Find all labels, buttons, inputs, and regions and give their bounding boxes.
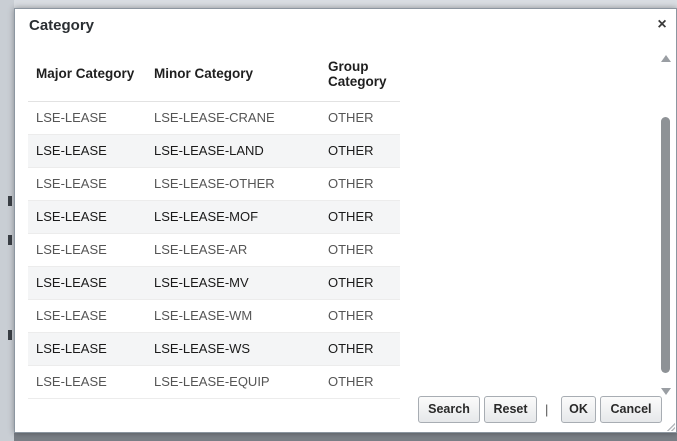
cell-minor-category: LSE-LEASE-EQUIP	[146, 365, 320, 399]
cell-major-category: LSE-LEASE	[28, 299, 146, 333]
table-row[interactable]: LSE-LEASE LSE-LEASE-WS OTHER	[28, 332, 400, 366]
cell-group-category: OTHER	[320, 365, 400, 399]
table-row[interactable]: LSE-LEASE LSE-LEASE-AR OTHER	[28, 233, 400, 267]
cell-minor-category: LSE-LEASE-AR	[146, 233, 320, 267]
cell-major-category: LSE-LEASE	[28, 134, 146, 168]
table-row[interactable]: LSE-LEASE LSE-LEASE-CRANE OTHER	[28, 101, 400, 135]
reset-button[interactable]: Reset	[484, 396, 537, 423]
dialog-header: Category ×	[15, 9, 676, 43]
dialog-footer: Search Reset | OK Cancel	[415, 396, 673, 424]
cell-major-category: LSE-LEASE	[28, 266, 146, 300]
cell-major-category: LSE-LEASE	[28, 332, 146, 366]
cell-minor-category: LSE-LEASE-WS	[146, 332, 320, 366]
background-left-strip	[0, 0, 14, 441]
table-header-row: Major Category Minor Category Group Cate…	[28, 47, 400, 102]
table-row[interactable]: LSE-LEASE LSE-LEASE-MOF OTHER	[28, 200, 400, 234]
cell-minor-category: LSE-LEASE-LAND	[146, 134, 320, 168]
scroll-down-arrow-icon[interactable]	[661, 388, 671, 395]
column-header-group-category[interactable]: Group Category	[320, 47, 400, 102]
category-table-container: Major Category Minor Category Group Cate…	[28, 47, 400, 399]
scroll-up-arrow-icon[interactable]	[661, 55, 671, 62]
vertical-scrollbar[interactable]	[658, 55, 674, 395]
background-marker	[8, 196, 12, 206]
cell-group-category: OTHER	[320, 200, 400, 234]
cell-major-category: LSE-LEASE	[28, 365, 146, 399]
table-row[interactable]: LSE-LEASE LSE-LEASE-LAND OTHER	[28, 134, 400, 168]
background-marker	[8, 235, 12, 245]
resize-grip-icon[interactable]	[667, 423, 675, 431]
table-row[interactable]: LSE-LEASE LSE-LEASE-MV OTHER	[28, 266, 400, 300]
cell-group-category: OTHER	[320, 134, 400, 168]
cell-minor-category: LSE-LEASE-MOF	[146, 200, 320, 234]
cancel-button[interactable]: Cancel	[600, 396, 662, 423]
cell-minor-category: LSE-LEASE-MV	[146, 266, 320, 300]
table-row[interactable]: LSE-LEASE LSE-LEASE-EQUIP OTHER	[28, 365, 400, 399]
close-icon[interactable]: ×	[654, 17, 670, 33]
cell-minor-category: LSE-LEASE-OTHER	[146, 167, 320, 201]
cell-group-category: OTHER	[320, 101, 400, 135]
cell-group-category: OTHER	[320, 233, 400, 267]
cell-minor-category: LSE-LEASE-CRANE	[146, 101, 320, 135]
column-header-minor-category[interactable]: Minor Category	[146, 47, 320, 102]
cell-group-category: OTHER	[320, 332, 400, 366]
cell-major-category: LSE-LEASE	[28, 101, 146, 135]
cell-major-category: LSE-LEASE	[28, 200, 146, 234]
table-row[interactable]: LSE-LEASE LSE-LEASE-OTHER OTHER	[28, 167, 400, 201]
cell-group-category: OTHER	[320, 167, 400, 201]
category-dialog: Category × Major Category Minor Category…	[14, 8, 677, 433]
cell-major-category: LSE-LEASE	[28, 233, 146, 267]
category-table: Major Category Minor Category Group Cate…	[28, 47, 400, 399]
table-row[interactable]: LSE-LEASE LSE-LEASE-WM OTHER	[28, 299, 400, 333]
cell-major-category: LSE-LEASE	[28, 167, 146, 201]
cell-group-category: OTHER	[320, 299, 400, 333]
cell-group-category: OTHER	[320, 266, 400, 300]
search-button[interactable]: Search	[418, 396, 480, 423]
dialog-title: Category	[29, 17, 95, 34]
button-separator: |	[545, 402, 549, 417]
ok-button[interactable]: OK	[561, 396, 596, 423]
scrollbar-thumb[interactable]	[661, 117, 670, 373]
background-marker	[8, 330, 12, 340]
column-header-major-category[interactable]: Major Category	[28, 47, 146, 102]
cell-minor-category: LSE-LEASE-WM	[146, 299, 320, 333]
